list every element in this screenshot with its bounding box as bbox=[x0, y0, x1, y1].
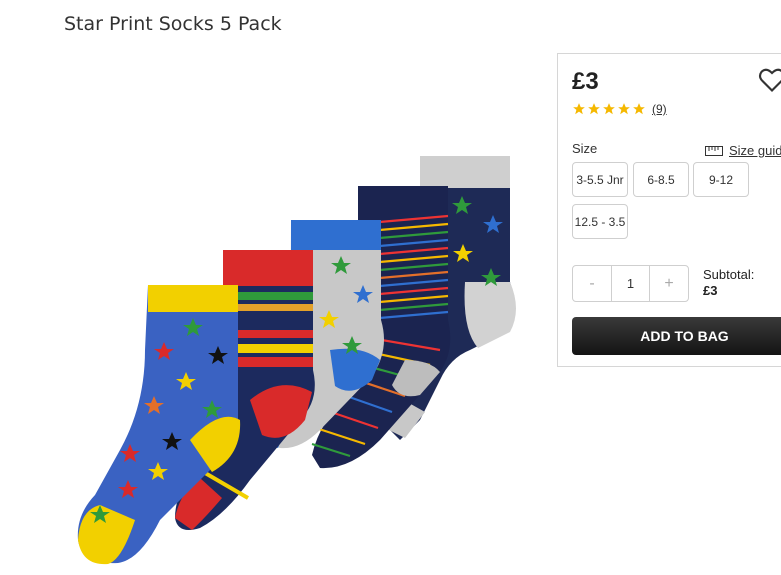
size-label: Size bbox=[572, 141, 598, 156]
product-title: Star Print Socks 5 Pack bbox=[64, 13, 282, 35]
subtotal-value: £3 bbox=[703, 283, 718, 298]
star-rating: (9) bbox=[572, 102, 667, 116]
star-icon bbox=[573, 103, 585, 115]
wishlist-heart-icon[interactable] bbox=[758, 66, 781, 94]
add-to-bag-button[interactable]: ADD TO BAG bbox=[572, 317, 781, 355]
size-option-12.5-3.5[interactable]: 12.5 - 3.5 bbox=[572, 204, 628, 239]
star-icon bbox=[633, 103, 645, 115]
subtotal: Subtotal: £3 bbox=[703, 267, 754, 299]
purchase-panel: £3 (9) Size Size guide 3-5.5 Jnr 6-8.5 9… bbox=[557, 53, 781, 367]
size-option-6-8.5[interactable]: 6-8.5 bbox=[633, 162, 689, 197]
size-guide-label: Size guide bbox=[729, 143, 781, 158]
star-icon bbox=[588, 103, 600, 115]
review-count-link[interactable]: (9) bbox=[652, 102, 667, 116]
decrement-button[interactable]: - bbox=[573, 266, 611, 301]
increment-button[interactable]: + bbox=[650, 266, 688, 301]
size-option-3-5.5-jnr[interactable]: 3-5.5 Jnr bbox=[572, 162, 628, 197]
size-guide-link[interactable]: Size guide bbox=[705, 143, 781, 158]
price: £3 bbox=[572, 68, 599, 95]
sock-blue-stars bbox=[77, 285, 241, 565]
ruler-icon bbox=[705, 145, 723, 156]
quantity-input[interactable]: 1 bbox=[611, 266, 650, 301]
star-icon bbox=[618, 103, 630, 115]
product-image bbox=[77, 156, 516, 565]
subtotal-label: Subtotal: bbox=[703, 267, 755, 282]
size-option-9-12[interactable]: 9-12 bbox=[693, 162, 749, 197]
quantity-stepper: - 1 + bbox=[572, 265, 689, 302]
star-icon bbox=[603, 103, 615, 115]
